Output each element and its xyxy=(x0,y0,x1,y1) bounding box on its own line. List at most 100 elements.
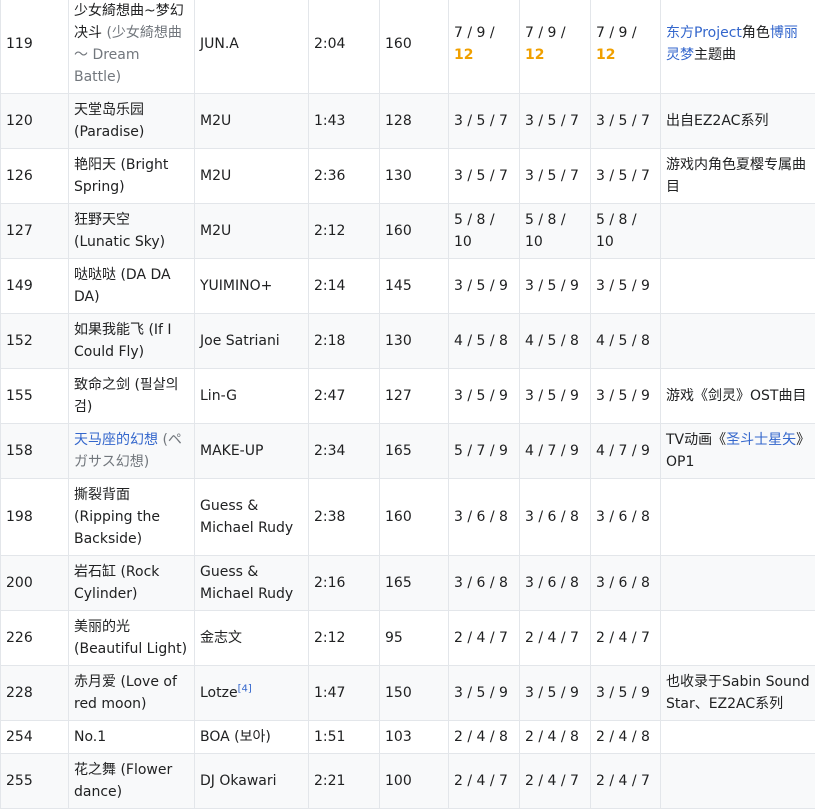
duration: 2:47 xyxy=(309,369,380,424)
artist: Guess & Michael Rudy xyxy=(195,479,309,556)
artist: BOA (보아) xyxy=(195,721,309,754)
link-touhou-project[interactable]: 东方Project xyxy=(666,25,742,41)
table-row: 158 天马座的幻想 (ペガサス幻想) MAKE-UP 2:34 165 5 /… xyxy=(1,424,815,479)
remarks xyxy=(661,204,815,259)
duration: 2:18 xyxy=(309,314,380,369)
song-title-cell: 艳阳天 (Bright Spring) xyxy=(69,149,195,204)
song-number: 120 xyxy=(1,94,69,149)
song-number: 228 xyxy=(1,666,69,721)
remarks xyxy=(661,479,815,556)
remarks xyxy=(661,611,815,666)
difficulty-highlight: 12 xyxy=(596,47,615,63)
remarks xyxy=(661,556,815,611)
song-title-cell: 岩石缸 (Rock Cylinder) xyxy=(69,556,195,611)
difficulty-value: 7 / 9 / xyxy=(596,25,637,41)
table-row: 198 撕裂背面(Ripping the Backside) Guess & M… xyxy=(1,479,815,556)
difficulty-2: 5 / 8 / 10 xyxy=(520,204,591,259)
difficulty-3: 3 / 5 / 9 xyxy=(591,259,661,314)
difficulty-1: 3 / 6 / 8 xyxy=(449,556,520,611)
difficulty-3: 3 / 5 / 7 xyxy=(591,149,661,204)
duration: 1:47 xyxy=(309,666,380,721)
duration: 2:36 xyxy=(309,149,380,204)
difficulty-2: 3 / 5 / 9 xyxy=(520,369,591,424)
difficulty-3: 2 / 4 / 8 xyxy=(591,721,661,754)
artist-cell: Lotze[4] xyxy=(195,666,309,721)
remarks: 出自EZ2AC系列 xyxy=(661,94,815,149)
difficulty-1: 3 / 5 / 9 xyxy=(449,369,520,424)
song-title-cell: 如果我能飞 (If I Could Fly) xyxy=(69,314,195,369)
song-title-cell: 天马座的幻想 (ペガサス幻想) xyxy=(69,424,195,479)
difficulty-3: 4 / 5 / 8 xyxy=(591,314,661,369)
artist: 金志文 xyxy=(195,611,309,666)
remarks-text: TV动画《 xyxy=(666,432,726,448)
difficulty-1: 2 / 4 / 7 xyxy=(449,754,520,809)
difficulty-highlight: 12 xyxy=(525,47,544,63)
song-number: 158 xyxy=(1,424,69,479)
remarks xyxy=(661,754,815,809)
remarks: TV动画《圣斗士星矢》OP1 xyxy=(661,424,815,479)
remarks xyxy=(661,259,815,314)
table-row: 127 狂野天空 (Lunatic Sky) M2U 2:12 160 5 / … xyxy=(1,204,815,259)
difficulty-3: 4 / 7 / 9 xyxy=(591,424,661,479)
artist: JUN.A xyxy=(200,36,239,52)
song-title: 美丽的光 xyxy=(74,619,130,635)
remarks xyxy=(661,721,815,754)
difficulty-1: 3 / 5 / 9 xyxy=(449,666,520,721)
table-row: 255 花之舞 (Flower dance) DJ Okawari 2:21 1… xyxy=(1,754,815,809)
table-row: 152 如果我能飞 (If I Could Fly) Joe Satriani … xyxy=(1,314,815,369)
song-title: 狂野天空 xyxy=(74,212,130,228)
table-row: 200 岩石缸 (Rock Cylinder) Guess & Michael … xyxy=(1,556,815,611)
duration: 1:43 xyxy=(309,94,380,149)
song-number: 126 xyxy=(1,149,69,204)
difficulty-2: 2 / 4 / 7 xyxy=(520,611,591,666)
difficulty-highlight: 12 xyxy=(454,47,473,63)
table-row: 254 No.1 BOA (보아) 1:51 103 2 / 4 / 8 2 /… xyxy=(1,721,815,754)
difficulty-2: 3 / 5 / 9 xyxy=(520,259,591,314)
song-number: 149 xyxy=(1,259,69,314)
table-row: 228 赤月爱 (Love of red moon) Lotze[4] 1:47… xyxy=(1,666,815,721)
difficulty-1: 3 / 5 / 7 xyxy=(449,94,520,149)
difficulty-2: 3 / 6 / 8 xyxy=(520,479,591,556)
song-number: 152 xyxy=(1,314,69,369)
song-title-cell: 花之舞 (Flower dance) xyxy=(69,754,195,809)
song-number: 119 xyxy=(1,0,69,94)
song-title: 赤月爱 xyxy=(74,674,116,690)
remarks xyxy=(661,314,815,369)
song-title: 花之舞 xyxy=(74,762,116,778)
table-row: 126 艳阳天 (Bright Spring) M2U 2:36 130 3 /… xyxy=(1,149,815,204)
bpm: 130 xyxy=(380,149,449,204)
artist: DJ Okawari xyxy=(195,754,309,809)
artist: MAKE-UP xyxy=(195,424,309,479)
table-row: 120 天堂岛乐园 (Paradise) M2U 1:43 128 3 / 5 … xyxy=(1,94,815,149)
song-title: 岩石缸 xyxy=(74,564,116,580)
difficulty-2: 4 / 5 / 8 xyxy=(520,314,591,369)
duration: 2:14 xyxy=(309,259,380,314)
duration: 2:16 xyxy=(309,556,380,611)
bpm: 165 xyxy=(380,424,449,479)
remarks: 游戏《剑灵》OST曲目 xyxy=(661,369,815,424)
song-title-cell: No.1 xyxy=(69,721,195,754)
difficulty-2: 7 / 9 /12 xyxy=(520,0,591,94)
song-title: No.1 xyxy=(74,729,106,745)
reference-link[interactable]: [4] xyxy=(238,683,252,694)
bpm: 150 xyxy=(380,666,449,721)
duration: 2:04 xyxy=(309,0,380,94)
link-saint-seiya[interactable]: 圣斗士星矢 xyxy=(726,432,796,448)
difficulty-3: 7 / 9 / 12 xyxy=(591,0,661,94)
difficulty-2: 4 / 7 / 9 xyxy=(520,424,591,479)
duration: 2:12 xyxy=(309,611,380,666)
remarks-text: 角色 xyxy=(742,25,770,41)
artist: Lin-G xyxy=(195,369,309,424)
bpm: 103 xyxy=(380,721,449,754)
artist-cell: JUN.A xyxy=(195,0,309,94)
difficulty-1: 3 / 5 / 9 xyxy=(449,259,520,314)
song-number: 226 xyxy=(1,611,69,666)
song-title: 如果我能飞 xyxy=(74,322,144,338)
duration: 2:38 xyxy=(309,479,380,556)
song-title: 撕裂背面 xyxy=(74,487,130,503)
duration: 2:12 xyxy=(309,204,380,259)
duration: 2:34 xyxy=(309,424,380,479)
table-row: 119 少女綺想曲~梦幻决斗 (少女綺想曲 ～ Dream Battle) JU… xyxy=(1,0,815,94)
bpm: 145 xyxy=(380,259,449,314)
song-title-link[interactable]: 天马座的幻想 xyxy=(74,432,158,448)
